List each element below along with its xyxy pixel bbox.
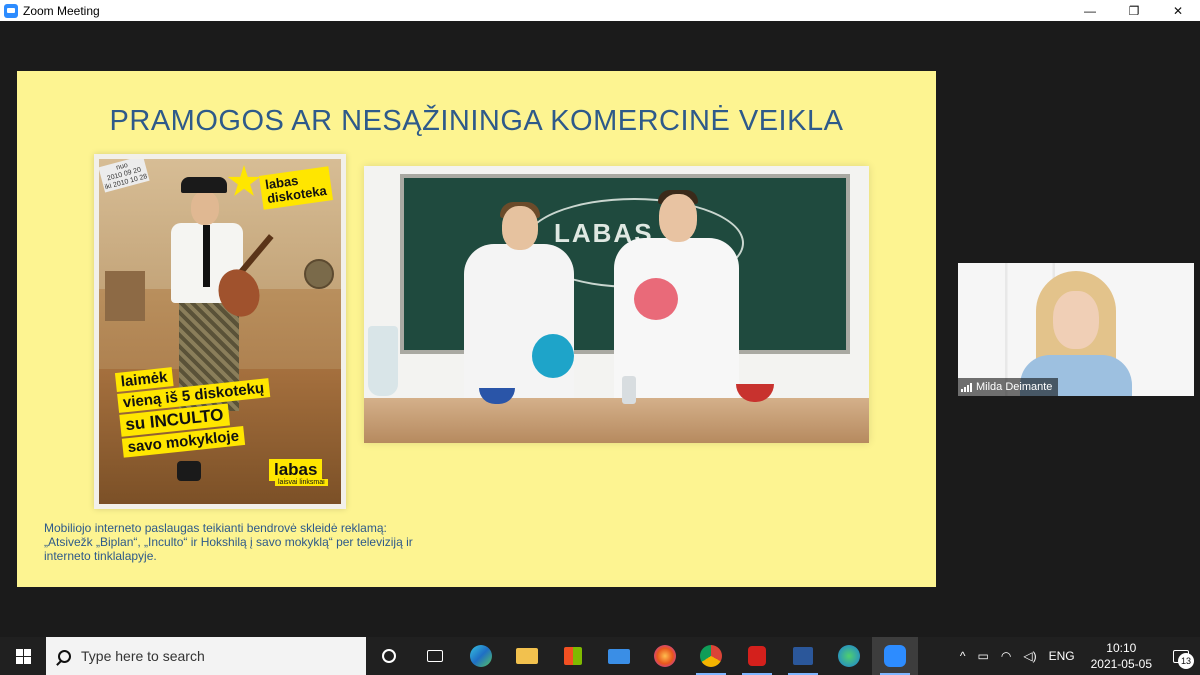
file-explorer-icon[interactable]	[504, 637, 550, 675]
meeting-area: PRAMOGOS AR NESĄŽININGA KOMERCINĖ VEIKLA…	[0, 21, 1200, 637]
network-globe-icon[interactable]	[826, 637, 872, 675]
firefox-icon[interactable]	[642, 637, 688, 675]
poster-brand-logo: labas	[269, 459, 323, 481]
notification-count-badge: 13	[1178, 653, 1194, 669]
restore-button[interactable]: ❐	[1112, 0, 1156, 21]
mail-icon[interactable]	[596, 637, 642, 675]
participant-name-tag: Milda Deimante	[958, 378, 1059, 396]
blue-balloon	[532, 334, 574, 378]
poster-promo: laimėk vieną iš 5 diskotekų su INCULTO s…	[114, 355, 293, 459]
volume-icon[interactable]: ◁)	[1017, 649, 1042, 663]
flask-icon	[368, 326, 398, 396]
windows-logo-icon	[15, 648, 31, 664]
poster-image: nuo 2010 09 20 iki 2010 10 28 labas disk…	[94, 154, 346, 509]
clock-date: 2021-05-05	[1090, 657, 1152, 671]
minimize-button[interactable]: —	[1068, 0, 1112, 21]
tray-overflow-chevron-icon[interactable]: ^	[954, 649, 972, 663]
battery-icon[interactable]: ▭	[972, 649, 995, 663]
system-tray: ^ ▭ ◠ ◁) ENG 10:10 2021-05-05 13	[954, 637, 1200, 675]
search-input[interactable]	[81, 648, 331, 664]
language-indicator[interactable]: ENG	[1043, 649, 1081, 663]
acrobat-icon[interactable]	[734, 637, 780, 675]
poster-brand-tagline: laisvai linksmai	[275, 479, 328, 486]
window-controls: — ❐ ✕	[1068, 0, 1200, 21]
participant-name: Milda Deimante	[976, 381, 1053, 393]
word-icon[interactable]	[780, 637, 826, 675]
slide-caption: Mobiliojo interneto paslaugas teikianti …	[44, 521, 413, 563]
cortana-icon[interactable]	[366, 637, 412, 675]
taskbar-search[interactable]	[46, 637, 366, 675]
start-button[interactable]	[0, 637, 46, 675]
zoom-app-icon	[4, 3, 18, 18]
clock-time: 10:10	[1106, 641, 1137, 655]
edge-icon[interactable]	[458, 637, 504, 675]
task-view-icon[interactable]	[412, 637, 458, 675]
windows-taskbar: ^ ▭ ◠ ◁) ENG 10:10 2021-05-05 13	[0, 637, 1200, 675]
search-icon	[58, 649, 71, 663]
window-titlebar: Zoom Meeting — ❐ ✕	[0, 0, 1200, 21]
signal-strength-icon	[961, 382, 972, 392]
action-center-button[interactable]: 13	[1162, 637, 1200, 675]
shared-slide: PRAMOGOS AR NESĄŽININGA KOMERCINĖ VEIKLA…	[17, 71, 936, 587]
zoom-icon[interactable]	[872, 637, 918, 675]
globe-icon	[304, 259, 334, 289]
participant-video-tile[interactable]: Milda Deimante	[958, 263, 1194, 396]
close-button[interactable]: ✕	[1156, 0, 1200, 21]
chrome-icon[interactable]	[688, 637, 734, 675]
slide-title: PRAMOGOS AR NESĄŽININGA KOMERCINĖ VEIKLA	[109, 105, 844, 137]
taskbar-clock[interactable]: 10:10 2021-05-05	[1081, 640, 1162, 672]
wifi-icon[interactable]: ◠	[995, 649, 1017, 663]
classroom-photo: LABAS	[364, 166, 869, 443]
window-title: Zoom Meeting	[23, 3, 100, 18]
store-icon[interactable]	[550, 637, 596, 675]
pink-balloon	[634, 278, 678, 320]
